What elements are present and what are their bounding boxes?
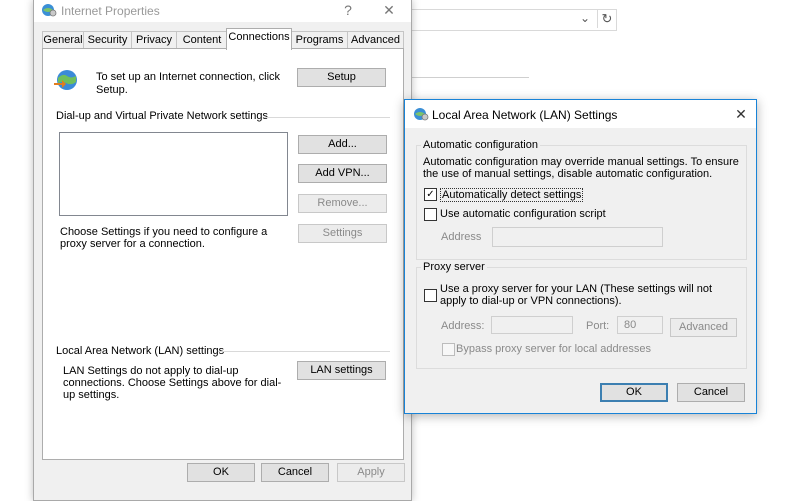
setup-description: To set up an Internet connection, click … bbox=[96, 71, 281, 96]
dialog-cancel-button[interactable]: Cancel bbox=[677, 383, 745, 402]
bypass-local-checkbox[interactable] bbox=[442, 343, 455, 356]
background-divider bbox=[405, 77, 529, 78]
port-label: Port: bbox=[586, 320, 610, 332]
dialup-vpn-heading: Dial-up and Virtual Private Network sett… bbox=[56, 110, 268, 122]
apply-button[interactable]: Apply bbox=[337, 463, 405, 482]
port-field[interactable]: 80 bbox=[617, 316, 663, 334]
setup-button[interactable]: Setup bbox=[297, 68, 386, 87]
lan-settings-button[interactable]: LAN settings bbox=[297, 361, 386, 380]
tab-content[interactable]: Content bbox=[176, 31, 228, 49]
settings-button[interactable]: Settings bbox=[298, 224, 387, 243]
dialog-ok-button[interactable]: OK bbox=[600, 383, 668, 402]
connections-panel: To set up an Internet connection, click … bbox=[42, 48, 404, 460]
tab-security[interactable]: Security bbox=[83, 31, 132, 49]
internet-options-icon bbox=[42, 4, 57, 17]
use-script-checkbox[interactable] bbox=[424, 208, 437, 221]
auto-config-description: Automatic configuration may override man… bbox=[423, 156, 739, 180]
lan-heading: Local Area Network (LAN) settings bbox=[56, 345, 225, 357]
bypass-local-label[interactable]: Bypass proxy server for local addresses bbox=[456, 343, 651, 355]
script-address-label: Address bbox=[441, 231, 482, 243]
remove-button[interactable]: Remove... bbox=[298, 194, 387, 213]
internet-properties-window: Internet Properties ? ✕ General Security… bbox=[33, 0, 412, 501]
dialup-divider bbox=[264, 117, 390, 118]
lan-description: LAN Settings do not apply to dial-up con… bbox=[63, 365, 282, 401]
connections-listbox[interactable] bbox=[59, 132, 288, 216]
internet-options-icon bbox=[414, 108, 429, 121]
add-button[interactable]: Add... bbox=[298, 135, 387, 154]
title-bar: Internet Properties ? ✕ bbox=[34, 0, 411, 22]
use-script-label[interactable]: Use automatic configuration script bbox=[440, 208, 606, 220]
close-button[interactable]: ✕ bbox=[381, 2, 397, 19]
tab-general[interactable]: General bbox=[42, 31, 84, 49]
auto-detect-checkbox[interactable]: ✓ bbox=[424, 188, 437, 201]
globe-network-icon bbox=[54, 70, 77, 90]
tab-connections[interactable]: Connections bbox=[226, 28, 292, 50]
refresh-icon: ↻ bbox=[597, 10, 616, 28]
cancel-button[interactable]: Cancel bbox=[261, 463, 329, 482]
add-vpn-button[interactable]: Add VPN... bbox=[298, 164, 387, 183]
lan-divider bbox=[218, 351, 390, 352]
tab-advanced[interactable]: Advanced bbox=[347, 31, 404, 49]
auto-config-heading: Automatic configuration bbox=[421, 139, 540, 151]
advanced-button[interactable]: Advanced bbox=[670, 318, 737, 337]
dialog-title: Local Area Network (LAN) Settings bbox=[432, 108, 618, 122]
use-proxy-checkbox[interactable] bbox=[424, 289, 437, 302]
proxy-address-label: Address: bbox=[441, 320, 485, 332]
auto-detect-label[interactable]: Automatically detect settings bbox=[440, 188, 584, 202]
help-button[interactable]: ? bbox=[340, 2, 356, 18]
tab-programs[interactable]: Programs bbox=[291, 31, 348, 49]
script-address-field[interactable] bbox=[492, 227, 663, 247]
dialog-title-bar: Local Area Network (LAN) Settings ✕ bbox=[405, 100, 756, 128]
proxy-address-field[interactable] bbox=[491, 316, 573, 334]
dialog-close-button[interactable]: ✕ bbox=[733, 106, 749, 123]
settings-description: Choose Settings if you need to configure… bbox=[60, 226, 268, 250]
use-proxy-label[interactable]: Use a proxy server for your LAN (These s… bbox=[440, 283, 740, 307]
ok-button[interactable]: OK bbox=[187, 463, 255, 482]
tab-privacy[interactable]: Privacy bbox=[131, 31, 177, 49]
window-title: Internet Properties bbox=[61, 4, 160, 18]
lan-settings-dialog: Local Area Network (LAN) Settings ✕ Auto… bbox=[404, 99, 757, 414]
proxy-server-heading: Proxy server bbox=[421, 261, 487, 273]
chevron-down-icon: ⌄ bbox=[580, 11, 591, 25]
